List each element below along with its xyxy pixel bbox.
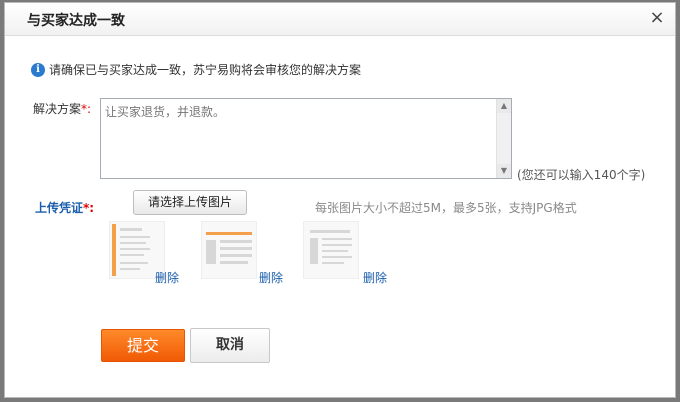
upload-label: 上传凭证*: [35,199,94,216]
char-count-hint: (您还可以输入140个字) [517,168,646,182]
close-icon: × [649,7,665,28]
upload-hint: 每张图片大小不超过5M，最多5张，支持JPG格式 [315,201,577,215]
select-image-button[interactable]: 请选择上传图片 [133,190,247,215]
scroll-down-icon[interactable]: ▼ [497,164,511,178]
solution-label: 解决方案*: [33,100,91,117]
solution-textarea[interactable] [101,99,497,178]
submit-button[interactable]: 提交 [101,329,185,362]
uploaded-image-thumbnail [201,221,257,279]
cancel-button[interactable]: 取消 [190,328,270,363]
dialog: 与买家达成一致 × i 请确保已与买家达成一致，苏宁易购将会审核您的解决方案 解… [4,2,676,398]
delete-image-link[interactable]: 删除 [259,269,283,286]
delete-image-link[interactable]: 删除 [363,269,387,286]
info-icon: i [31,62,45,77]
upload-label-text: 上传凭证 [35,201,84,215]
info-text: 请确保已与买家达成一致，苏宁易购将会审核您的解决方案 [49,63,362,77]
required-mark: *: [81,102,92,116]
scroll-up-icon[interactable]: ▲ [497,99,511,113]
info-message: i 请确保已与买家达成一致，苏宁易购将会审核您的解决方案 [31,61,361,78]
delete-image-link[interactable]: 删除 [155,269,179,286]
textarea-scrollbar[interactable]: ▲ ▼ [496,99,511,178]
uploaded-image-thumbnail [303,221,359,279]
solution-label-text: 解决方案 [33,102,82,116]
dialog-header: 与买家达成一致 × [5,3,675,36]
close-button[interactable]: × [647,7,667,29]
required-mark: *: [83,201,95,215]
solution-textarea-frame: ▲ ▼ [100,98,512,179]
dialog-title: 与买家达成一致 [27,13,125,29]
